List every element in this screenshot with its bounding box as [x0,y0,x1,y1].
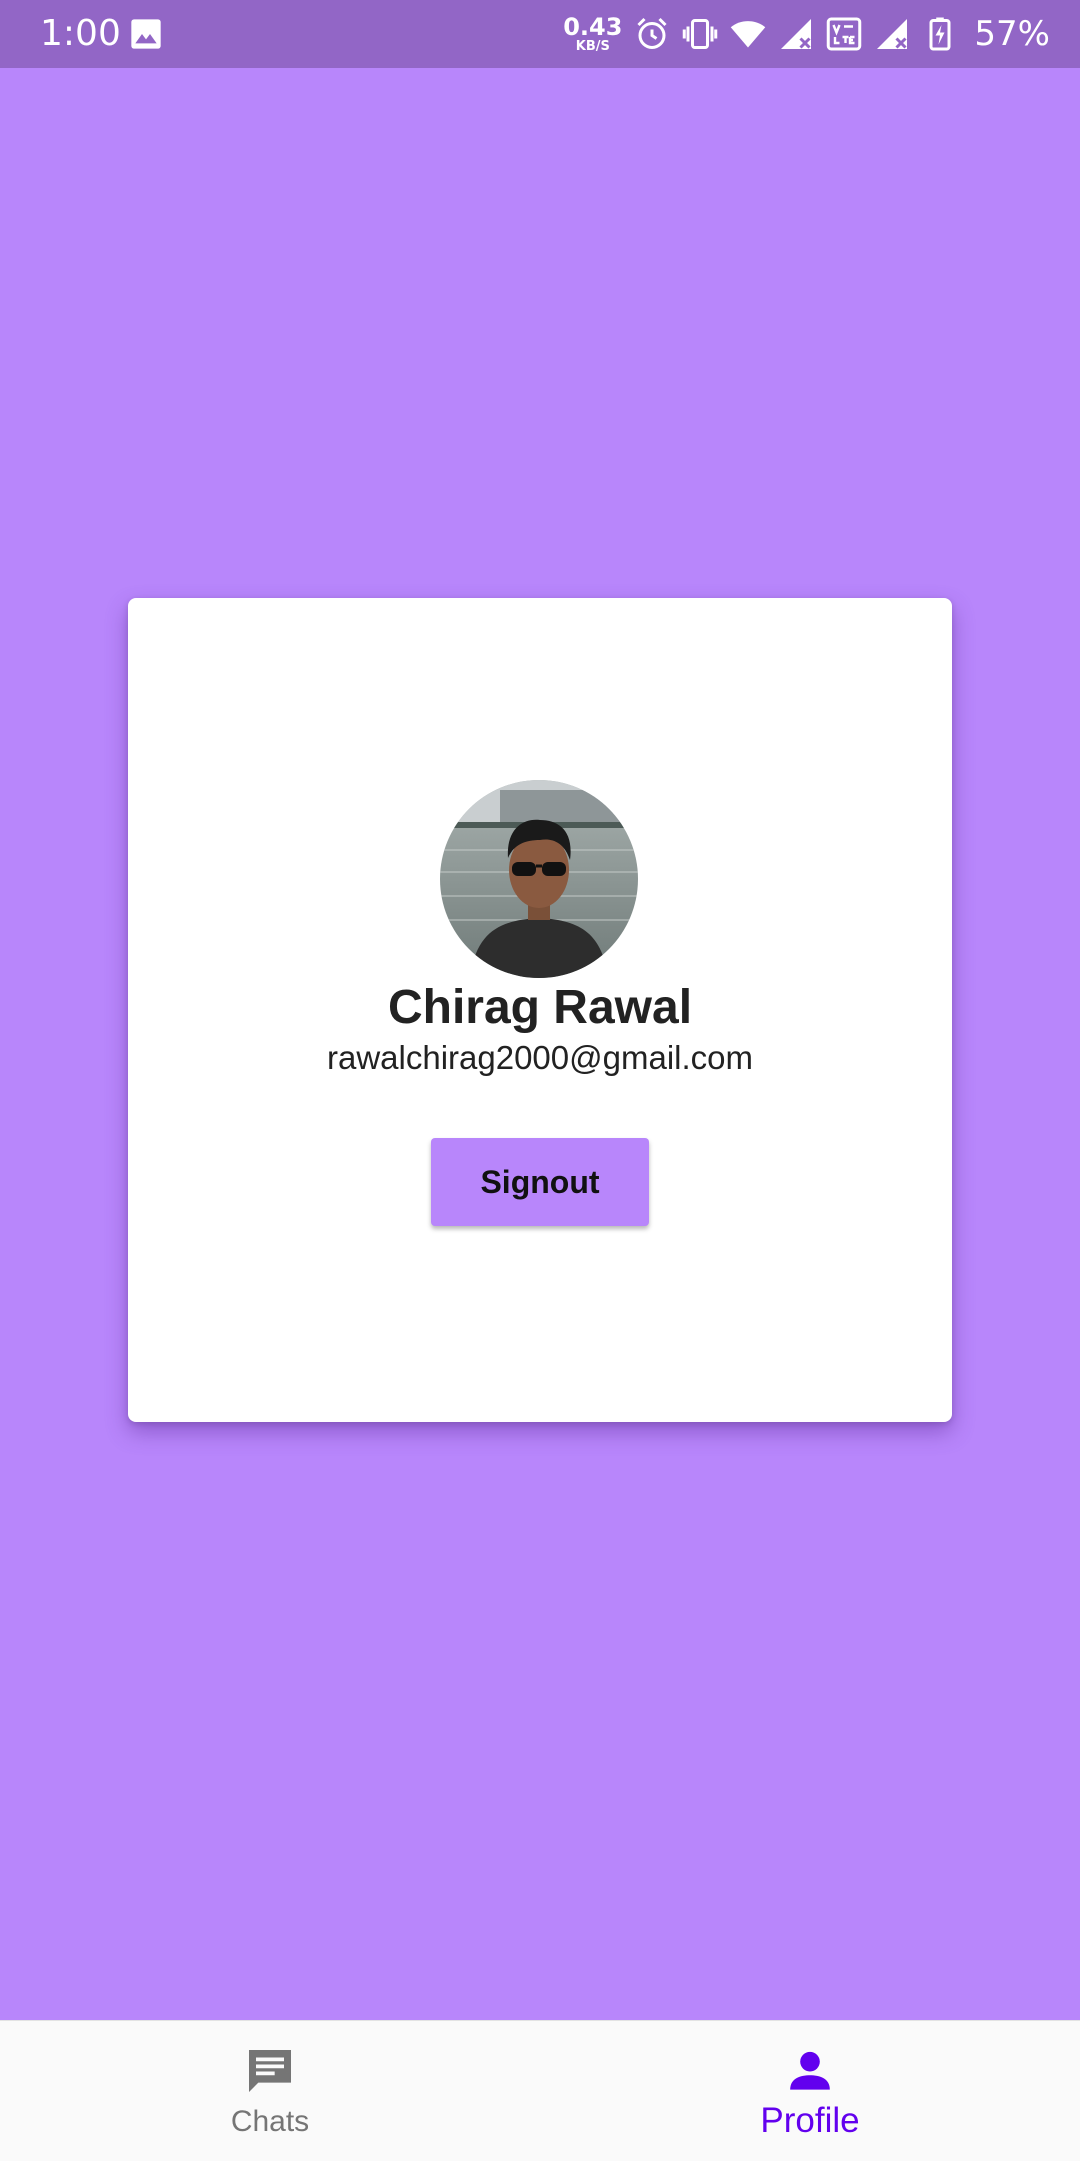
gallery-icon [131,19,161,49]
cell-signal-icon [877,19,908,49]
bottom-nav: Chats Profile [0,2020,1080,2161]
wifi-icon [731,21,766,48]
nav-item-profile[interactable]: Profile [540,2021,1080,2161]
network-speed: 0.43 KB/S [563,15,622,53]
profile-name: Chirag Rawal [387,981,693,1034]
battery-charging-icon [929,17,951,51]
nav-label-profile: Profile [760,2101,860,2140]
profile-email: rawalchirag2000@gmail.com [326,1039,754,1076]
alarm-icon [637,17,667,49]
network-speed-value: 0.43 [563,13,623,41]
nav-label-chats: Chats [230,2105,310,2138]
cell-signal-icon [781,19,812,49]
nav-item-chats[interactable]: Chats [0,2021,540,2161]
avatar-photo [440,780,638,978]
avatar [440,780,638,978]
person-icon [790,2051,830,2090]
network-speed-unit: KB/S [575,39,610,54]
profile-card: Chirag Rawal rawalchirag2000@gmail.com S… [128,598,952,1422]
volte-icon [827,17,862,51]
status-icons: 0.43 KB/S 57% [563,0,1050,68]
status-bar: 1:00 0.43 KB/S 57% [0,0,1080,68]
status-time: 1:00 [40,13,121,54]
signout-button[interactable]: Signout [431,1138,649,1226]
vibrate-icon [683,19,718,49]
chat-icon [249,2050,291,2092]
battery-percent: 57% [974,14,1050,54]
